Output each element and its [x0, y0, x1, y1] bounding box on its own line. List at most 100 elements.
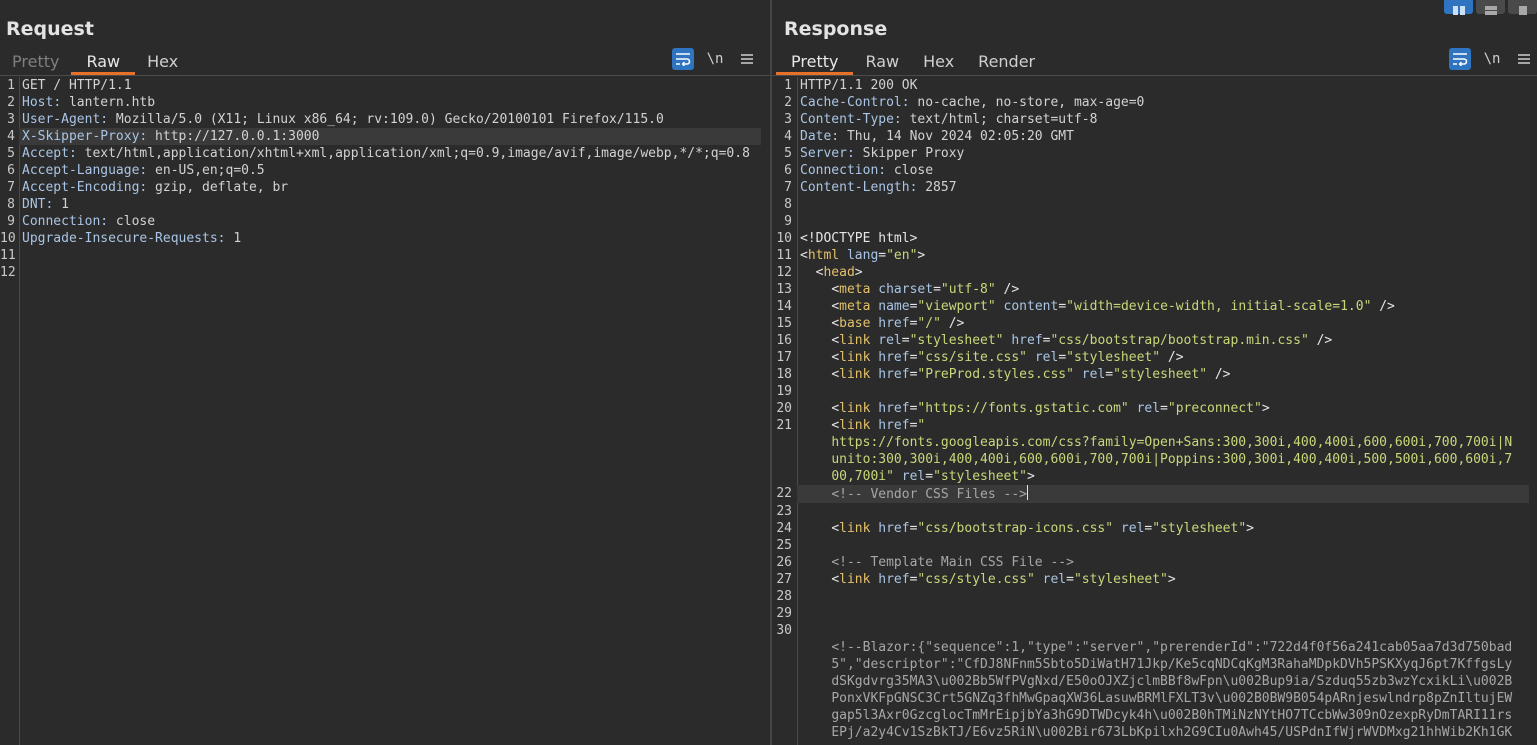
code-token: =: [1058, 350, 1067, 365]
line-number: 5: [784, 146, 792, 161]
line-number: 9: [7, 214, 15, 229]
code-token: "stylesheet": [933, 469, 1027, 484]
code-line: 13 <meta charset="utf-8" />: [772, 281, 1537, 298]
line-text: <link href="css/site.css" rel="styleshee…: [797, 349, 1529, 366]
code-line: 12: [0, 264, 770, 281]
line-text: Connection: close: [19, 213, 761, 230]
line-text: [797, 383, 1529, 400]
line-number: 30: [776, 623, 792, 638]
line-number: 6: [784, 163, 792, 178]
code-line: 17 <link href="css/site.css" rel="styles…: [772, 349, 1537, 366]
code-token: >: [1246, 521, 1254, 536]
tab-pretty[interactable]: Pretty: [776, 46, 854, 75]
code-token: rel: [1034, 350, 1059, 365]
line-number: 24: [776, 521, 792, 536]
code-token: >: [1261, 401, 1270, 416]
header-name: Connection: [22, 214, 101, 229]
code-token: Connection:: [800, 163, 887, 178]
line-number: 5: [7, 146, 15, 161]
code-token: head: [823, 265, 855, 280]
code-line: 30 <!--Blazor:{"sequence":1,"type":"serv…: [772, 622, 1537, 741]
line-text: [797, 503, 1529, 520]
wrap-lines-toggle[interactable]: [672, 48, 694, 70]
layout-stacked-button[interactable]: [1476, 0, 1505, 15]
code-token: name: [878, 299, 910, 314]
response-toolbar: \n: [1439, 48, 1535, 70]
code-line: 23: [772, 503, 1537, 520]
code-token: <: [800, 521, 840, 536]
code-token: href: [878, 521, 910, 536]
code-token: >: [917, 248, 926, 263]
tab-raw[interactable]: Raw: [853, 46, 911, 75]
wrap-lines-toggle[interactable]: [1449, 48, 1471, 70]
line-text: [797, 605, 1529, 622]
code-token: href: [878, 316, 910, 331]
show-newlines-toggle[interactable]: \n: [1481, 48, 1503, 70]
line-text: [19, 264, 761, 281]
line-number: 17: [776, 350, 792, 365]
header-name: Host: [22, 95, 54, 110]
layout-side-by-side-button[interactable]: [1444, 0, 1473, 15]
code-token: rel: [901, 469, 926, 484]
menu-button[interactable]: [1513, 48, 1535, 70]
line-text: HTTP/1.1 200 OK: [797, 77, 1529, 94]
line-number: 10: [0, 231, 16, 246]
code-token: <: [800, 265, 824, 280]
line-text: Upgrade-Insecure-Requests: 1: [19, 230, 761, 247]
header-value: gzip, deflate, br: [147, 180, 289, 195]
code-token: 2857: [917, 180, 957, 195]
tab-pretty[interactable]: Pretty: [0, 46, 71, 75]
line-number: 4: [784, 129, 792, 144]
code-token: =: [925, 469, 934, 484]
line-text: Accept-Language: en-US,en;q=0.5: [19, 162, 761, 179]
code-token: />: [1207, 367, 1231, 382]
header-value: en-US,en;q=0.5: [147, 163, 265, 178]
line-number: 26: [776, 555, 792, 570]
code-token: charset: [878, 282, 934, 297]
code-token: "https://fonts.gstatic.com": [917, 401, 1129, 416]
line-number: 12: [776, 265, 792, 280]
line-number: 14: [776, 299, 792, 314]
code-line: 27 <link href="css/style.css" rel="style…: [772, 571, 1537, 588]
code-line: 2 Host: lantern.htb: [0, 94, 770, 111]
code-token: <: [800, 367, 840, 382]
code-token: link: [839, 333, 871, 348]
line-text: <meta name="viewport" content="width=dev…: [797, 298, 1529, 315]
request-title: Request: [6, 18, 94, 40]
tab-raw[interactable]: Raw: [71, 46, 136, 75]
code-token: content: [1003, 299, 1059, 314]
line-text: Content-Type: text/html; charset=utf-8: [797, 111, 1529, 128]
code-line: 6 Accept-Language: en-US,en;q=0.5: [0, 162, 770, 179]
code-line: 5 Accept: text/html,application/xhtml+xml…: [0, 145, 770, 162]
code-token: <: [800, 572, 840, 587]
hamburger-menu-icon: [1517, 53, 1531, 65]
request-editor[interactable]: 1 GET / HTTP/1.1 2 Host: lantern.htb 3 User-A…: [0, 77, 770, 745]
line-number: 18: [776, 367, 792, 382]
code-line: 26 <!-- Template Main CSS File -->: [772, 554, 1537, 571]
header-name: Accept-Language: [22, 163, 140, 178]
code-line: 29: [772, 605, 1537, 622]
header-value: 1: [225, 231, 242, 246]
tab-hex[interactable]: Hex: [911, 46, 966, 75]
text-cursor: [1026, 485, 1028, 500]
line-number: 9: [784, 214, 792, 229]
line-text: <!--Blazor:{"sequence":1,"type":"server"…: [797, 622, 1529, 741]
response-editor[interactable]: 1 HTTP/1.1 200 OK 2 Cache-Control: no-cache…: [772, 77, 1537, 745]
line-number: 1: [784, 78, 792, 93]
code-line: 14 <meta name="viewport" content="width=…: [772, 298, 1537, 315]
code-token: href: [878, 350, 910, 365]
code-token: Cache-Control:: [800, 95, 910, 110]
tab-hex[interactable]: Hex: [135, 46, 190, 75]
menu-button[interactable]: [736, 48, 758, 70]
code-token: "stylesheet": [909, 333, 1004, 348]
code-line: 8: [772, 196, 1537, 213]
layout-tabs-button[interactable]: [1508, 0, 1537, 15]
line-text: <meta charset="utf-8" />: [797, 281, 1529, 298]
code-token: "stylesheet": [1073, 572, 1168, 587]
code-line: 21 <link href=" https://fonts.googleapis…: [772, 417, 1537, 485]
show-newlines-toggle[interactable]: \n: [704, 48, 726, 70]
tab-render[interactable]: Render: [966, 46, 1047, 75]
code-token: lang: [846, 248, 879, 263]
line-number: 7: [784, 180, 792, 195]
